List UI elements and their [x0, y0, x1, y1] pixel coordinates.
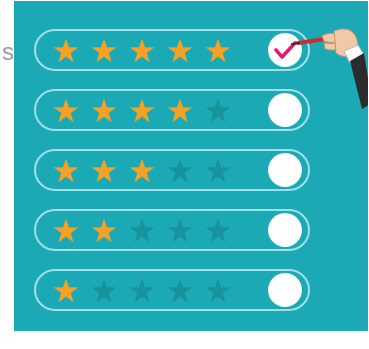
star-empty-icon [167, 278, 193, 303]
rating-row-5[interactable] [34, 29, 310, 71]
star-icon [53, 98, 79, 123]
star-empty-icon [205, 98, 231, 123]
star-icon [53, 38, 79, 63]
star-group [52, 37, 242, 65]
star-icon [167, 38, 193, 63]
hand-with-pen-icon [291, 28, 368, 109]
star-icon [167, 98, 193, 123]
rating-row-2[interactable] [34, 209, 310, 251]
star-icon [91, 38, 117, 63]
star-icon [53, 218, 79, 243]
star-group [52, 277, 242, 305]
star-empty-icon [167, 218, 193, 243]
star-empty-icon [205, 278, 231, 303]
radio-circle[interactable] [268, 153, 302, 187]
star-icon [91, 218, 117, 243]
rating-illustration-panel [14, 1, 368, 331]
star-icon [129, 38, 155, 63]
star-icon [129, 98, 155, 123]
star-empty-icon [167, 158, 193, 183]
star-group [52, 217, 242, 245]
rating-row-3[interactable] [34, 149, 310, 191]
star-icon [53, 278, 79, 303]
star-group [52, 157, 242, 185]
rating-row-4[interactable] [34, 89, 310, 131]
radio-circle[interactable] [268, 213, 302, 247]
star-empty-icon [129, 218, 155, 243]
star-icon [205, 38, 231, 63]
cropped-label-text: s [2, 39, 14, 66]
radio-circle[interactable] [268, 273, 302, 307]
star-icon [91, 98, 117, 123]
rating-row-1[interactable] [34, 269, 310, 311]
star-icon [129, 158, 155, 183]
star-icon [53, 158, 79, 183]
star-empty-icon [91, 278, 117, 303]
star-empty-icon [205, 158, 231, 183]
star-empty-icon [129, 278, 155, 303]
star-empty-icon [205, 218, 231, 243]
star-group [52, 97, 242, 125]
star-icon [91, 158, 117, 183]
